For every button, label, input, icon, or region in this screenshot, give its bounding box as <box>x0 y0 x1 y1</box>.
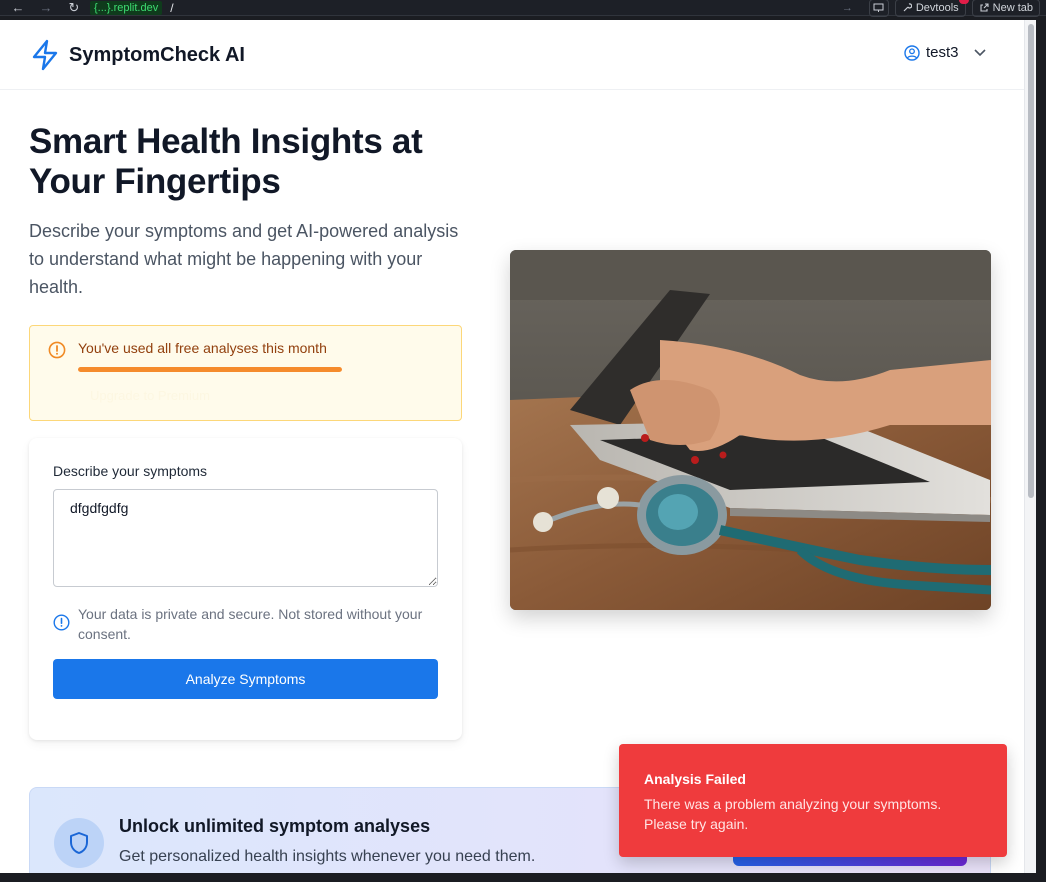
notification-badge <box>958 0 969 4</box>
url-path[interactable]: / <box>170 1 173 15</box>
back-button[interactable]: ← <box>4 0 32 15</box>
url-host[interactable]: {...}.replit.dev <box>90 0 163 15</box>
toast-message: There was a problem analyzing your sympt… <box>644 796 942 832</box>
page-scrollbar[interactable] <box>1024 20 1036 873</box>
usage-limit-message: You've used all free analyses this month <box>78 340 327 356</box>
info-icon <box>53 614 70 631</box>
symptoms-textarea[interactable] <box>53 489 438 587</box>
new-tab-label: New tab <box>992 2 1033 14</box>
devtools-label: Devtools <box>915 2 959 14</box>
go-arrow-icon[interactable]: → <box>842 2 853 14</box>
shield-icon <box>54 818 104 868</box>
brand-name[interactable]: SymptomCheck AI <box>69 44 245 67</box>
device-preview-button[interactable] <box>868 0 889 17</box>
user-circle-icon <box>904 44 920 61</box>
hero-subtitle: Describe your symptoms and get AI-powere… <box>29 221 459 297</box>
username: test3 <box>926 44 959 61</box>
devtools-button[interactable]: Devtools <box>894 0 969 17</box>
symptoms-label: Describe your symptoms <box>53 463 208 479</box>
page-viewport: SymptomCheck AI test3 Smart Health Insig… <box>0 20 1024 873</box>
usage-limit-alert: You've used all free analyses this month… <box>29 325 462 421</box>
upgrade-link[interactable]: Upgrade to Premium <box>90 388 210 403</box>
wrench-icon <box>903 3 912 12</box>
hero-image-laptop-stethoscope <box>510 250 991 610</box>
scrollbar-thumb[interactable] <box>1028 24 1034 498</box>
error-toast[interactable]: Analysis Failed There was a problem anal… <box>619 744 1007 857</box>
usage-progress-bar <box>78 367 342 372</box>
symptom-form-card: Describe your symptoms Your data is priv… <box>29 438 462 740</box>
laptop-stethoscope-illustration <box>510 250 991 610</box>
forward-button[interactable]: → <box>32 0 60 15</box>
window-bottom-edge <box>0 873 1046 882</box>
external-link-icon <box>980 3 989 12</box>
new-tab-button[interactable]: New tab <box>971 0 1040 17</box>
chevron-down-icon <box>973 48 986 56</box>
user-menu[interactable]: test3 <box>904 44 987 61</box>
analyze-symptoms-button[interactable]: Analyze Symptoms <box>53 659 438 699</box>
reload-button[interactable]: ↻ <box>60 0 88 15</box>
browser-toolbar: ← → ↻ {...}.replit.dev / → Devtools New … <box>0 0 1046 17</box>
privacy-note: Your data is private and secure. Not sto… <box>78 606 423 642</box>
usage-progress-fill <box>78 367 342 372</box>
app-header: SymptomCheck AI test3 <box>0 20 1024 90</box>
lightning-logo-icon[interactable] <box>30 39 60 71</box>
hero-title: Smart Health Insights at Your Fingertips <box>29 122 423 201</box>
upsell-title: Unlock unlimited symptom analyses <box>119 816 431 836</box>
alert-circle-icon <box>48 341 66 359</box>
upsell-subtitle: Get personalized health insights wheneve… <box>119 848 536 865</box>
monitor-icon <box>873 3 884 12</box>
toast-title: Analysis Failed <box>644 771 746 787</box>
